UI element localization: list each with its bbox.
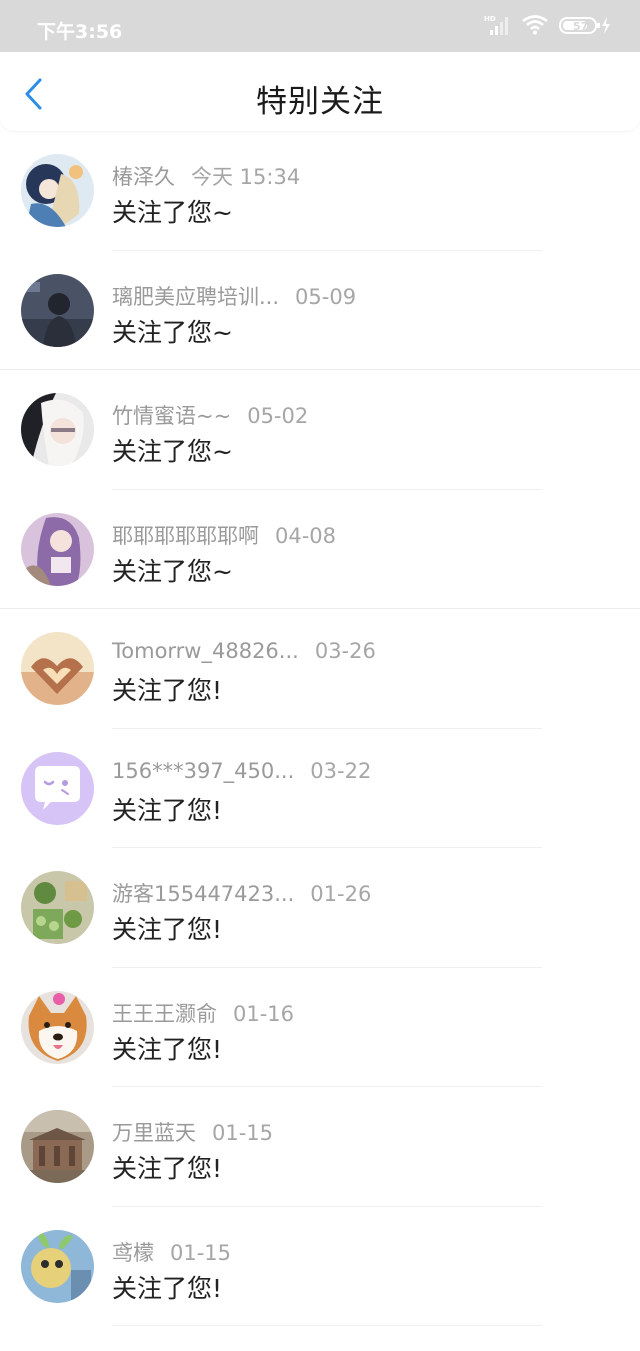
list-item[interactable]: 游客155447423... 01-26 关注了您!: [0, 848, 640, 968]
battery-icon: 57: [558, 15, 614, 39]
status-bar: 下午3:56 HD 57: [0, 0, 640, 52]
message-text: 关注了您!: [112, 1154, 223, 1183]
avatar[interactable]: [21, 393, 94, 466]
name-line: 椿泽久 今天 15:34: [112, 161, 300, 191]
page-title: 特别关注: [256, 84, 384, 120]
avatar[interactable]: [21, 1110, 94, 1183]
user-name[interactable]: 鸢檬: [112, 1241, 154, 1265]
avatar[interactable]: [21, 512, 94, 586]
list-item[interactable]: 鸢檬 01-15 关注了您!: [0, 1207, 640, 1326]
avatar[interactable]: [21, 1229, 94, 1303]
signal-icon: HD: [484, 14, 512, 40]
name-line: 璃肥美应聘培训... 05-09: [112, 281, 356, 311]
name-line: 游客155447423... 01-26: [112, 878, 371, 908]
user-name[interactable]: Tomorrw_48826...: [112, 639, 299, 663]
name-line: 竹情蜜语~~ 05-02: [112, 400, 308, 430]
avatar[interactable]: [21, 154, 94, 227]
list-item[interactable]: Tomorrw_48826... 03-26 关注了您!: [0, 609, 640, 729]
message-text: 关注了您!: [112, 676, 223, 705]
avatar[interactable]: [21, 273, 94, 347]
timestamp: 05-09: [295, 284, 357, 309]
list-item[interactable]: 万里蓝天 01-15 关注了您!: [0, 1087, 640, 1207]
name-line: 王王王灏俞 01-16: [112, 998, 294, 1028]
status-icons: HD 57: [484, 15, 614, 39]
timestamp: 今天 15:34: [191, 165, 301, 189]
list-item[interactable]: 竹情蜜语~~ 05-02 关注了您~: [0, 370, 640, 490]
user-name[interactable]: 王王王灏俞: [112, 1002, 217, 1026]
timestamp: 03-22: [310, 758, 372, 783]
message-text: 关注了您!: [112, 915, 223, 944]
message-text: 关注了您~: [112, 437, 233, 466]
message-text: 关注了您~: [112, 198, 233, 227]
timestamp: 01-16: [233, 1001, 295, 1026]
timestamp: 01-15: [212, 1121, 274, 1145]
name-line: 万里蓝天 01-15: [112, 1117, 273, 1147]
user-name[interactable]: 游客155447423...: [112, 882, 294, 906]
user-name[interactable]: 156***397_450...: [112, 759, 294, 783]
timestamp: 03-26: [314, 639, 376, 663]
name-line: 耶耶耶耶耶耶啊 04-08: [112, 520, 336, 550]
header: 特别关注: [0, 52, 640, 131]
user-name[interactable]: 璃肥美应聘培训...: [112, 285, 279, 309]
message-text: 关注了您!: [112, 1273, 223, 1303]
svg-text:57: 57: [573, 20, 588, 33]
avatar[interactable]: [21, 990, 94, 1064]
message-text: 关注了您~: [112, 556, 233, 586]
avatar[interactable]: [21, 632, 94, 705]
message-text: 关注了您~: [112, 317, 233, 347]
name-line: 鸢檬 01-15: [112, 1237, 231, 1267]
list-item[interactable]: 王王王灏俞 01-16 关注了您!: [0, 968, 640, 1087]
name-line: 156***397_450... 03-22: [112, 759, 371, 783]
timestamp: 05-02: [247, 404, 309, 428]
svg-text:HD: HD: [484, 15, 496, 23]
list-item[interactable]: 耶耶耶耶耶耶啊 04-08 关注了您~: [0, 490, 640, 609]
list-item[interactable]: 椿泽久 今天 15:34 关注了您~: [0, 131, 640, 251]
avatar[interactable]: [21, 871, 94, 944]
user-name[interactable]: 万里蓝天: [112, 1121, 196, 1145]
name-line: Tomorrw_48826... 03-26: [112, 639, 376, 663]
status-time: 下午3:56: [37, 21, 123, 43]
message-text: 关注了您!: [112, 1034, 223, 1064]
timestamp: 01-26: [310, 882, 372, 906]
follow-list: 椿泽久 今天 15:34 关注了您~ 璃肥美应聘培训... 05-09 关注了您~: [0, 131, 640, 1326]
divider: [112, 1325, 542, 1326]
user-name[interactable]: 椿泽久: [112, 165, 175, 189]
list-item[interactable]: 璃肥美应聘培训... 05-09 关注了您~: [0, 251, 640, 370]
timestamp: 01-15: [170, 1240, 232, 1265]
user-name[interactable]: 耶耶耶耶耶耶啊: [112, 524, 259, 548]
user-name[interactable]: 竹情蜜语~~: [112, 404, 231, 428]
timestamp: 04-08: [275, 523, 337, 548]
list-item[interactable]: 156***397_450... 03-22 关注了您!: [0, 729, 640, 848]
message-text: 关注了您!: [112, 795, 223, 825]
wifi-icon: [522, 15, 548, 39]
avatar[interactable]: [21, 751, 94, 825]
